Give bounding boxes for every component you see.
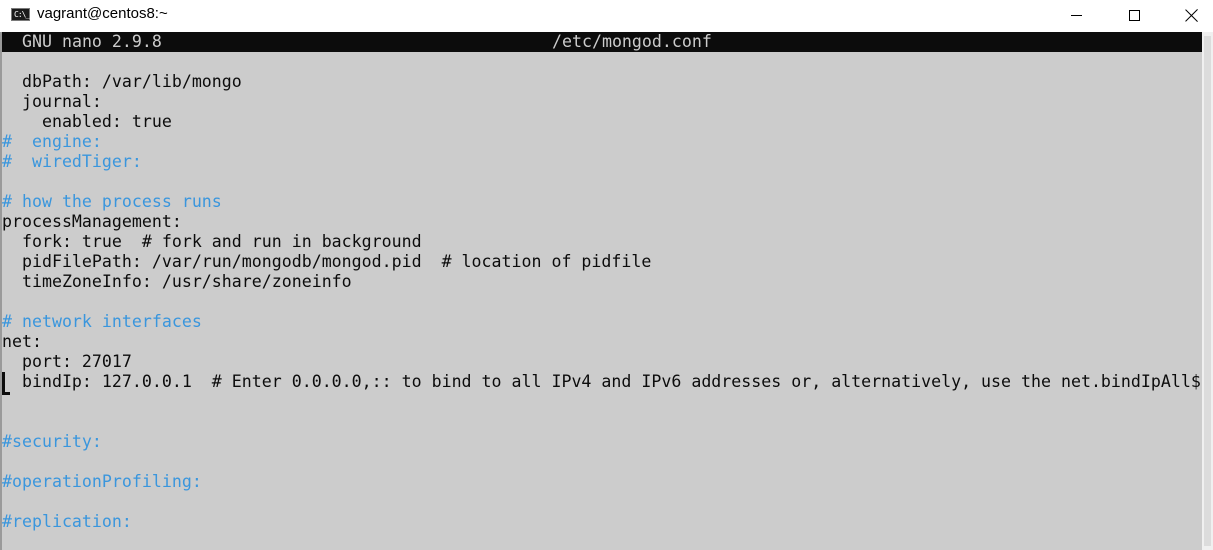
terminal-area[interactable]: GNU nano 2.9.8 /etc/mongod.conf dbPath: … [0, 32, 1202, 550]
comment-line: #security: [2, 432, 102, 451]
config-line [2, 172, 1201, 192]
scrollbar-thumb[interactable] [1204, 36, 1211, 546]
config-line: pidFilePath: /var/run/mongodb/mongod.pid… [2, 252, 652, 271]
minimize-icon [1070, 14, 1082, 16]
comment-line: #replication: [2, 512, 132, 531]
comment-line: # engine: [2, 132, 102, 151]
config-line [2, 492, 1201, 512]
config-line [2, 292, 1201, 312]
file-name: /etc/mongod.conf [552, 32, 712, 51]
title-bar[interactable]: C:\_ vagrant@centos8:~ [0, 0, 1213, 32]
comment-line: # network interfaces [2, 312, 202, 331]
close-button[interactable] [1163, 0, 1213, 30]
config-line: enabled: true [2, 112, 172, 131]
nano-header-bar: GNU nano 2.9.8 /etc/mongod.conf [0, 32, 1202, 52]
comment-line: #operationProfiling: [2, 472, 202, 491]
comment-line: # wiredTiger: [2, 152, 142, 171]
console-icon[interactable]: C:\_ [11, 8, 30, 21]
config-line: bindIp: 127.0.0.1 # Enter 0.0.0.0,:: to … [2, 372, 1201, 391]
comment-line: # how the process runs [2, 192, 222, 211]
text-cursor [2, 372, 5, 394]
config-line: fork: true # fork and run in background [2, 232, 422, 251]
config-line: processManagement: [2, 212, 182, 231]
console-icon-glyph: C:\_ [14, 10, 30, 19]
config-line: journal: [2, 92, 102, 111]
config-line: port: 27017 [2, 352, 132, 371]
close-icon [1185, 8, 1199, 22]
config-line [2, 412, 1201, 432]
config-line: dbPath: /var/lib/mongo [2, 72, 242, 91]
maximize-button[interactable] [1105, 0, 1163, 30]
nano-version: GNU nano 2.9.8 [22, 32, 162, 51]
config-line [2, 452, 1201, 472]
window-title: vagrant@centos8:~ [37, 5, 168, 22]
maximize-icon [1128, 9, 1140, 21]
minimize-button[interactable] [1047, 0, 1105, 30]
editor-buffer[interactable]: dbPath: /var/lib/mongo journal: enabled:… [2, 72, 1201, 532]
vertical-scrollbar[interactable] [1202, 32, 1213, 550]
text-cursor-underline [2, 392, 10, 395]
config-line: net: [2, 332, 42, 351]
config-line: timeZoneInfo: /usr/share/zoneinfo [2, 272, 352, 291]
config-line [2, 392, 1201, 412]
